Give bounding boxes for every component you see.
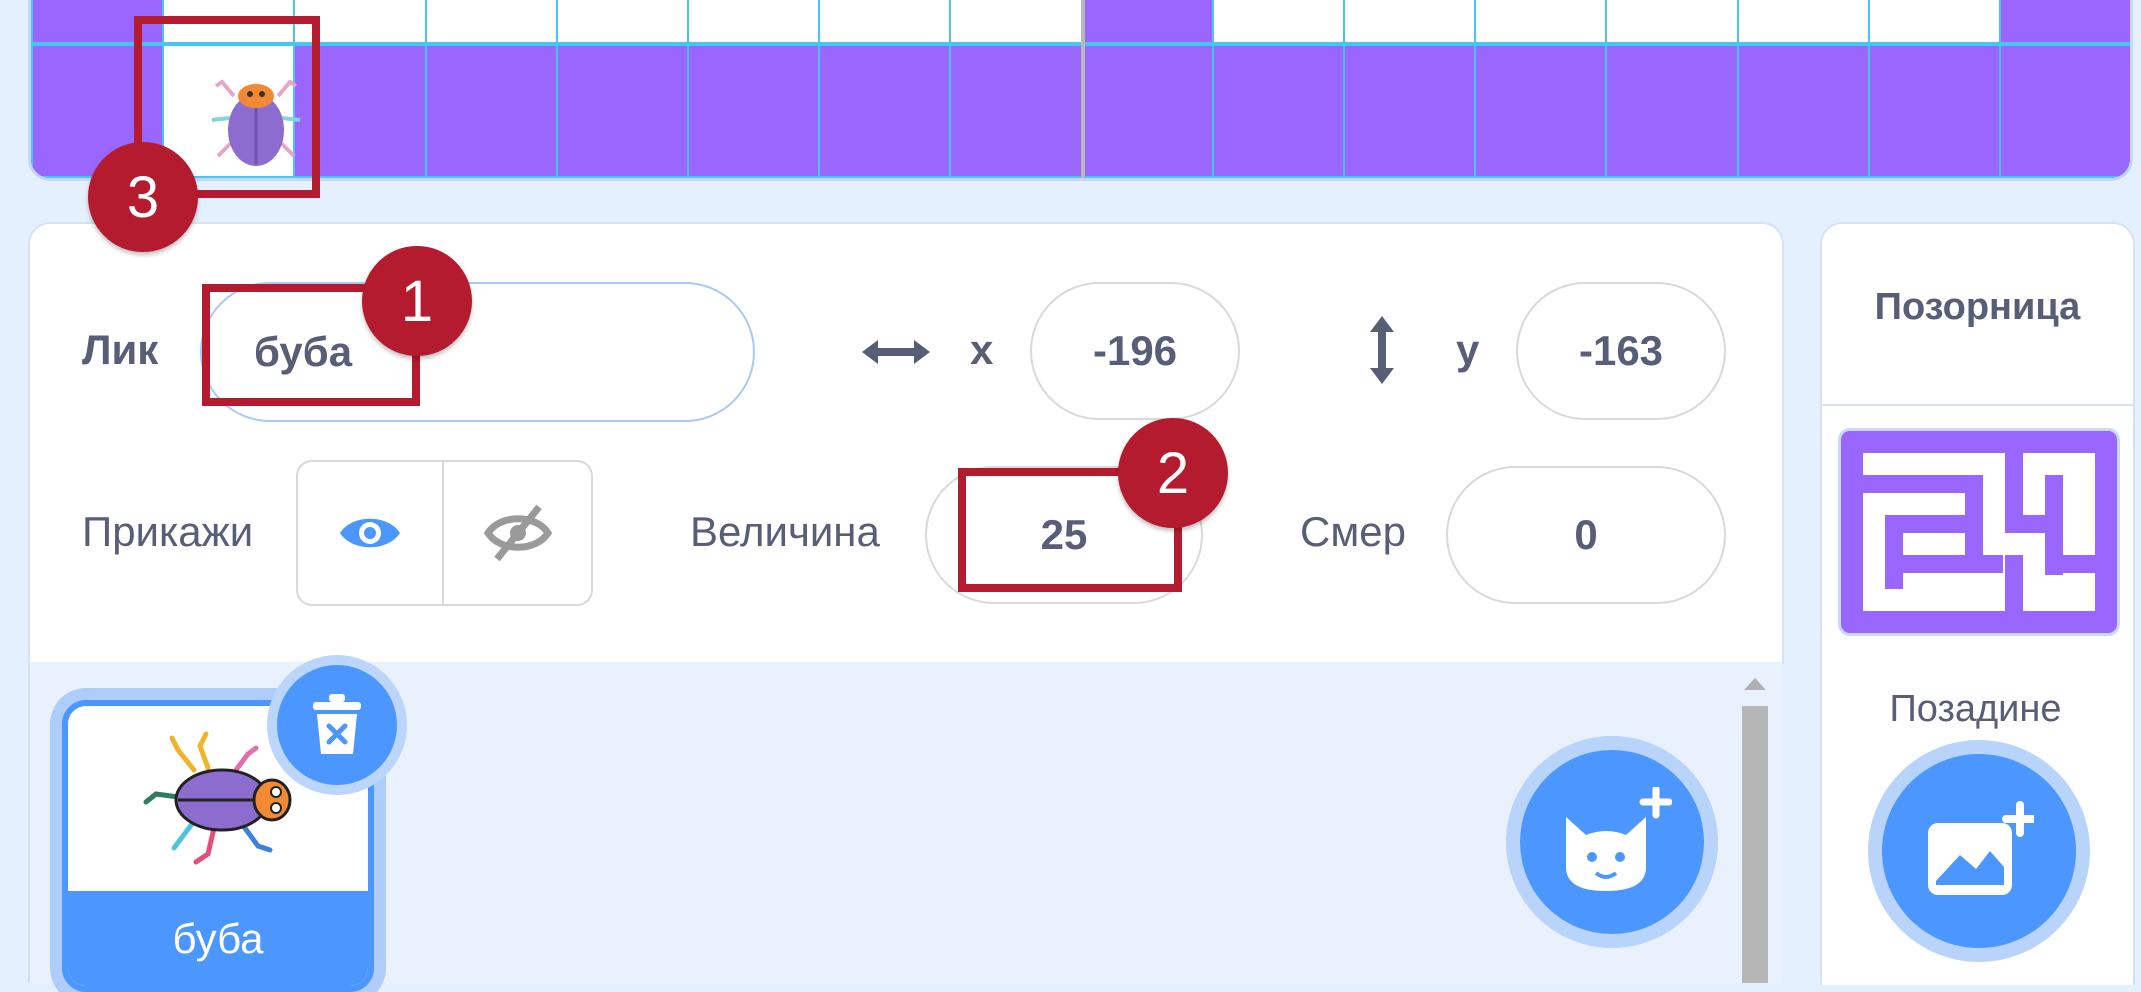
eye-slash-icon [483,504,552,562]
maze-cell [1474,44,1608,178]
annotation-badge-2: 2 [1118,418,1228,528]
x-position-input[interactable]: -196 [1030,282,1240,420]
add-backdrop-button[interactable] [1882,754,2076,948]
maze-cell [1474,0,1608,44]
sprite-tile-name: буба [68,891,368,986]
sprite-name-label: Лик [82,326,159,373]
x-label: x [970,326,994,373]
stage-canvas[interactable] [28,0,2133,181]
maze-cell [687,0,821,44]
stage-divider-line [1081,0,1085,178]
maze-cell [1999,0,2130,44]
maze-cell [949,44,1083,178]
maze-cell [1080,44,1214,178]
sprite-list-scrollbar[interactable] [1738,668,1772,983]
eye-icon [340,518,400,548]
backdrops-label: Позадине [1889,688,2062,730]
maze-cell [949,0,1083,44]
maze-cell [424,44,558,178]
stage-backdrop-thumbnail[interactable] [1838,428,2120,636]
hide-sprite-button[interactable] [442,460,593,606]
maze-cell [818,0,952,44]
delete-sprite-button[interactable] [277,665,397,785]
maze-cell [555,44,689,178]
size-label: Величина [690,508,880,555]
maze-cell [1605,44,1739,178]
horizontal-arrows-icon [862,340,930,364]
beetle-thumbnail [143,731,292,865]
y-position-input[interactable]: -163 [1516,282,1726,420]
vertical-arrows-icon [1370,316,1394,384]
maze-cell [1867,44,2001,178]
y-position-value: -163 [1578,327,1664,374]
stage-panel-divider [1822,404,2133,406]
visibility-toggle [296,460,593,606]
x-position-value: -196 [1092,327,1178,374]
y-label: y [1456,326,1480,373]
maze-cell [1999,44,2130,178]
direction-input[interactable]: 0 [1446,466,1726,604]
stage-title: Позорница [1874,286,2081,328]
add-sprite-button[interactable] [1520,750,1704,934]
show-label: Прикажи [82,508,254,555]
maze-cell [1343,0,1477,44]
maze-cell [1211,0,1345,44]
maze-cell [818,44,952,178]
maze-cell [1343,44,1477,178]
maze-cell [1867,0,2001,44]
maze-cell [555,0,689,44]
maze-cell [687,44,821,178]
show-sprite-button[interactable] [296,460,444,606]
maze-cell [1736,0,1870,44]
maze-cell [1736,44,1870,178]
annotation-badge-1: 1 [362,246,472,356]
direction-label: Смер [1300,508,1406,555]
trash-icon [313,694,361,754]
maze-cell [424,0,558,44]
maze-cell [1211,44,1345,178]
cat-plus-icon [1566,787,1672,891]
image-plus-icon [1928,801,2034,895]
annotation-badge-3: 3 [88,142,198,252]
maze-cell [1605,0,1739,44]
maze-cell [1080,0,1214,44]
direction-value: 0 [1574,511,1598,558]
